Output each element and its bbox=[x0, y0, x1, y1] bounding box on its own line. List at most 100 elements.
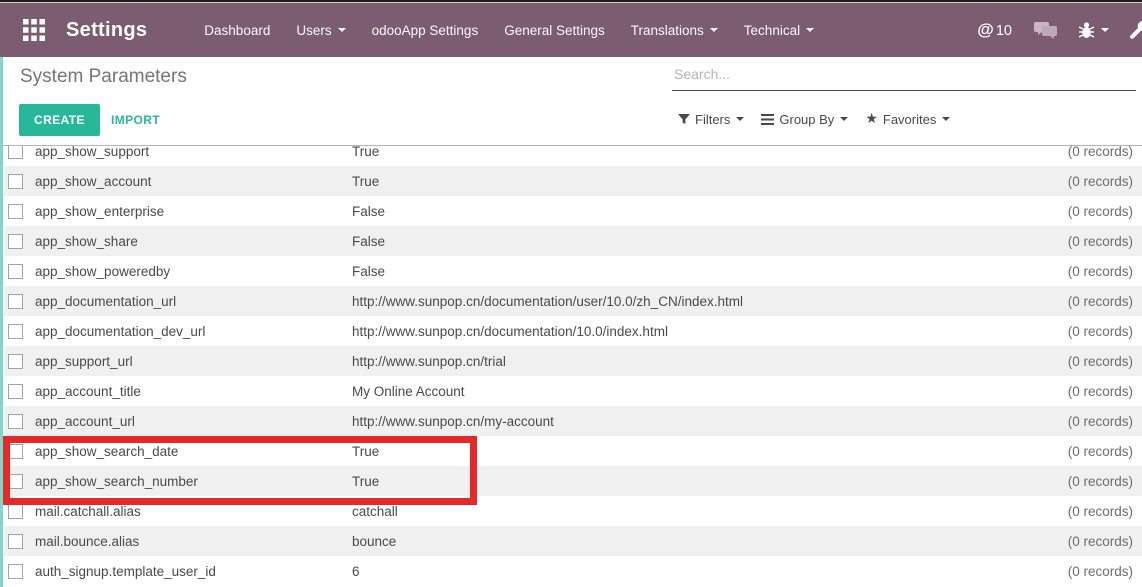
group-by-bars-icon bbox=[761, 114, 774, 125]
row-checkbox[interactable] bbox=[8, 504, 23, 519]
left-accent-strip bbox=[0, 57, 3, 587]
chevron-down-icon bbox=[1101, 28, 1109, 32]
menu-item-label: Users bbox=[296, 23, 331, 38]
table-row[interactable]: app_show_support True (0 records) bbox=[0, 145, 1142, 166]
table-row[interactable]: mail.catchall.alias catchall (0 records) bbox=[0, 496, 1142, 526]
param-key-cell: app_show_account bbox=[35, 174, 352, 189]
table-row[interactable]: app_support_url http://www.sunpop.cn/tri… bbox=[0, 346, 1142, 376]
navbar-menu-item[interactable]: General Settings bbox=[491, 3, 618, 57]
param-value-cell: True bbox=[352, 145, 1002, 159]
navbar-menu: Dashboard Users odooApp Settings General… bbox=[191, 3, 827, 57]
table-row[interactable]: app_account_title My Online Account (0 r… bbox=[0, 376, 1142, 406]
create-button[interactable]: CREATE bbox=[19, 104, 100, 136]
group-by-dropdown[interactable]: Group By bbox=[761, 112, 848, 127]
table-row[interactable]: app_show_search_number True (0 records) bbox=[0, 466, 1142, 496]
row-checkbox[interactable] bbox=[8, 264, 23, 279]
table-row[interactable]: app_show_account True (0 records) bbox=[0, 166, 1142, 196]
chevron-down-icon bbox=[736, 117, 744, 121]
row-checkbox[interactable] bbox=[8, 204, 23, 219]
navbar-menu-item[interactable]: Technical bbox=[731, 3, 827, 57]
filters-dropdown[interactable]: Filters bbox=[678, 112, 744, 127]
table-row[interactable]: app_account_url http://www.sunpop.cn/my-… bbox=[0, 406, 1142, 436]
records-count-cell: (0 records) bbox=[1002, 564, 1142, 579]
filters-label: Filters bbox=[695, 112, 730, 127]
records-count-cell: (0 records) bbox=[1002, 324, 1142, 339]
records-count-cell: (0 records) bbox=[1002, 294, 1142, 309]
param-value-cell: http://www.sunpop.cn/trial bbox=[352, 354, 1002, 369]
chevron-down-icon bbox=[840, 117, 848, 121]
records-count-cell: (0 records) bbox=[1002, 414, 1142, 429]
import-button[interactable]: IMPORT bbox=[103, 104, 168, 136]
menu-item-label: Dashboard bbox=[204, 23, 270, 38]
table-row[interactable]: app_show_share False (0 records) bbox=[0, 226, 1142, 256]
row-checkbox[interactable] bbox=[8, 294, 23, 309]
navbar-menu-item[interactable]: Dashboard bbox=[191, 3, 283, 57]
table-row[interactable]: mail.bounce.alias bounce (0 records) bbox=[0, 526, 1142, 556]
apps-grid-icon[interactable] bbox=[14, 10, 54, 50]
row-checkbox[interactable] bbox=[8, 414, 23, 429]
navbar-right-icons: @ 10 bbox=[977, 20, 1142, 40]
row-checkbox[interactable] bbox=[8, 534, 23, 549]
param-key-cell: app_show_search_date bbox=[35, 444, 352, 459]
navbar-menu-item[interactable]: Users bbox=[283, 3, 358, 57]
messages-chat-icon[interactable] bbox=[1034, 20, 1058, 40]
activities-counter[interactable]: @ 10 bbox=[977, 20, 1012, 40]
favorites-dropdown[interactable]: ★ Favorites bbox=[865, 111, 950, 127]
param-value-cell: True bbox=[352, 444, 1002, 459]
row-checkbox[interactable] bbox=[8, 354, 23, 369]
navbar-menu-item[interactable]: Translations bbox=[618, 3, 731, 57]
star-icon: ★ bbox=[865, 111, 878, 127]
row-checkbox[interactable] bbox=[8, 564, 23, 579]
param-value-cell: http://www.sunpop.cn/documentation/user/… bbox=[352, 294, 1002, 309]
records-count-cell: (0 records) bbox=[1002, 534, 1142, 549]
param-key-cell: mail.bounce.alias bbox=[35, 534, 352, 549]
favorites-label: Favorites bbox=[883, 112, 936, 127]
table-row[interactable]: app_documentation_dev_url http://www.sun… bbox=[0, 316, 1142, 346]
row-checkbox[interactable] bbox=[8, 384, 23, 399]
records-count-cell: (0 records) bbox=[1002, 474, 1142, 489]
chevron-down-icon bbox=[710, 28, 718, 32]
search-input[interactable] bbox=[672, 60, 1136, 91]
table-row[interactable]: app_documentation_url http://www.sunpop.… bbox=[0, 286, 1142, 316]
records-count-cell: (0 records) bbox=[1002, 354, 1142, 369]
activities-count: 10 bbox=[996, 23, 1012, 39]
search-options-bar: Filters Group By ★ Favorites bbox=[678, 111, 967, 127]
param-value-cell: True bbox=[352, 474, 1002, 489]
param-key-cell: app_documentation_dev_url bbox=[35, 324, 352, 339]
support-wrench-icon[interactable] bbox=[1129, 20, 1142, 40]
param-key-cell: app_documentation_url bbox=[35, 294, 352, 309]
row-checkbox[interactable] bbox=[8, 324, 23, 339]
chevron-down-icon bbox=[942, 117, 950, 121]
param-key-cell: mail.catchall.alias bbox=[35, 504, 352, 519]
page-title: System Parameters bbox=[20, 66, 187, 88]
param-key-cell: app_account_title bbox=[35, 384, 352, 399]
row-checkbox[interactable] bbox=[8, 234, 23, 249]
param-key-cell: app_show_share bbox=[35, 234, 352, 249]
records-count-cell: (0 records) bbox=[1002, 174, 1142, 189]
row-checkbox[interactable] bbox=[8, 174, 23, 189]
row-checkbox[interactable] bbox=[8, 444, 23, 459]
param-value-cell: My Online Account bbox=[352, 384, 1002, 399]
menu-item-label: Technical bbox=[744, 23, 800, 38]
records-count-cell: (0 records) bbox=[1002, 384, 1142, 399]
table-row[interactable]: app_show_search_date True (0 records) bbox=[0, 436, 1142, 466]
app-title[interactable]: Settings bbox=[66, 19, 147, 42]
navbar-menu-item[interactable]: odooApp Settings bbox=[359, 3, 492, 57]
param-value-cell: False bbox=[352, 234, 1002, 249]
records-count-cell: (0 records) bbox=[1002, 444, 1142, 459]
menu-item-label: odooApp Settings bbox=[372, 23, 479, 38]
param-key-cell: app_show_search_number bbox=[35, 474, 352, 489]
table-row[interactable]: auth_signup.template_user_id 6 (0 record… bbox=[0, 556, 1142, 586]
system-parameters-list: app_show_support True (0 records) app_sh… bbox=[0, 145, 1142, 587]
table-row[interactable]: app_show_poweredby False (0 records) bbox=[0, 256, 1142, 286]
row-checkbox[interactable] bbox=[8, 145, 23, 159]
at-icon: @ bbox=[977, 20, 994, 40]
param-key-cell: app_show_enterprise bbox=[35, 204, 352, 219]
row-checkbox[interactable] bbox=[8, 474, 23, 489]
param-key-cell: app_account_url bbox=[35, 414, 352, 429]
param-key-cell: app_support_url bbox=[35, 354, 352, 369]
debug-bug-icon[interactable] bbox=[1078, 21, 1109, 39]
param-value-cell: http://www.sunpop.cn/documentation/10.0/… bbox=[352, 324, 1002, 339]
chevron-down-icon bbox=[806, 28, 814, 32]
table-row[interactable]: app_show_enterprise False (0 records) bbox=[0, 196, 1142, 226]
